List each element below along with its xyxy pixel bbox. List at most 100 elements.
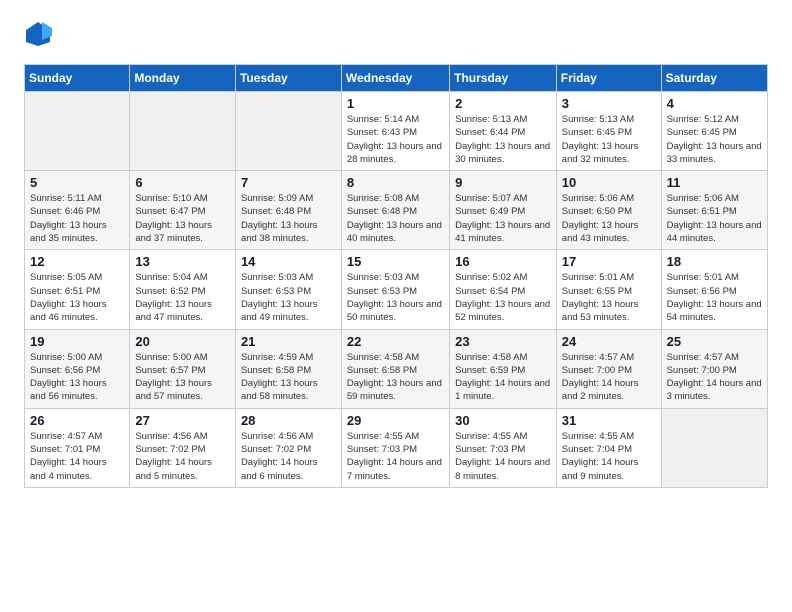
day-number: 30 <box>455 413 551 428</box>
calendar-table: SundayMondayTuesdayWednesdayThursdayFrid… <box>24 64 768 488</box>
calendar-week-row: 26Sunrise: 4:57 AM Sunset: 7:01 PM Dayli… <box>25 408 768 487</box>
day-number: 25 <box>667 334 762 349</box>
header-friday: Friday <box>556 65 661 92</box>
day-number: 7 <box>241 175 336 190</box>
logo-icon <box>24 20 52 48</box>
day-number: 4 <box>667 96 762 111</box>
calendar-day-17: 17 Sunrise: 5:01 AM Sunset: 6:55 PM Dayli… <box>556 250 661 329</box>
day-number: 18 <box>667 254 762 269</box>
day-info: Sunrise: 5:04 AM Sunset: 6:52 PM Dayligh… <box>135 271 230 324</box>
day-info: Sunrise: 4:59 AM Sunset: 6:58 PM Dayligh… <box>241 351 336 404</box>
calendar-day-9: 9 Sunrise: 5:07 AM Sunset: 6:49 PM Daylig… <box>450 171 557 250</box>
day-info: Sunrise: 4:58 AM Sunset: 6:59 PM Dayligh… <box>455 351 551 404</box>
header-saturday: Saturday <box>661 65 767 92</box>
calendar-day-31: 31 Sunrise: 4:55 AM Sunset: 7:04 PM Dayli… <box>556 408 661 487</box>
calendar-day-18: 18 Sunrise: 5:01 AM Sunset: 6:56 PM Dayli… <box>661 250 767 329</box>
day-info: Sunrise: 5:00 AM Sunset: 6:56 PM Dayligh… <box>30 351 124 404</box>
day-number: 31 <box>562 413 656 428</box>
calendar-day-13: 13 Sunrise: 5:04 AM Sunset: 6:52 PM Dayli… <box>130 250 236 329</box>
day-number: 10 <box>562 175 656 190</box>
day-number: 29 <box>347 413 444 428</box>
calendar-day-4: 4 Sunrise: 5:12 AM Sunset: 6:45 PM Daylig… <box>661 92 767 171</box>
day-number: 24 <box>562 334 656 349</box>
day-info: Sunrise: 5:03 AM Sunset: 6:53 PM Dayligh… <box>241 271 336 324</box>
day-number: 19 <box>30 334 124 349</box>
header-monday: Monday <box>130 65 236 92</box>
day-info: Sunrise: 5:01 AM Sunset: 6:56 PM Dayligh… <box>667 271 762 324</box>
day-number: 12 <box>30 254 124 269</box>
day-info: Sunrise: 5:06 AM Sunset: 6:50 PM Dayligh… <box>562 192 656 245</box>
day-number: 8 <box>347 175 444 190</box>
calendar-day-25: 25Sunrise: 4:57 AM Sunset: 7:00 PM Dayli… <box>661 329 767 408</box>
calendar-day-19: 19 Sunrise: 5:00 AM Sunset: 6:56 PM Dayli… <box>25 329 130 408</box>
day-number: 22 <box>347 334 444 349</box>
calendar-day-16: 16Sunrise: 5:02 AM Sunset: 6:54 PM Dayli… <box>450 250 557 329</box>
day-info: Sunrise: 5:06 AM Sunset: 6:51 PM Dayligh… <box>667 192 762 245</box>
calendar-week-row: 5 Sunrise: 5:11 AM Sunset: 6:46 PM Daylig… <box>25 171 768 250</box>
day-number: 3 <box>562 96 656 111</box>
day-number: 11 <box>667 175 762 190</box>
day-number: 21 <box>241 334 336 349</box>
day-info: Sunrise: 4:56 AM Sunset: 7:02 PM Dayligh… <box>241 430 336 483</box>
calendar-header-row: SundayMondayTuesdayWednesdayThursdayFrid… <box>25 65 768 92</box>
calendar-empty-cell <box>661 408 767 487</box>
day-number: 6 <box>135 175 230 190</box>
day-info: Sunrise: 4:55 AM Sunset: 7:03 PM Dayligh… <box>347 430 444 483</box>
day-info: Sunrise: 5:13 AM Sunset: 6:45 PM Dayligh… <box>562 113 656 166</box>
calendar-day-2: 2 Sunrise: 5:13 AM Sunset: 6:44 PM Daylig… <box>450 92 557 171</box>
day-number: 17 <box>562 254 656 269</box>
day-info: Sunrise: 5:05 AM Sunset: 6:51 PM Dayligh… <box>30 271 124 324</box>
calendar-day-11: 11 Sunrise: 5:06 AM Sunset: 6:51 PM Dayli… <box>661 171 767 250</box>
calendar-day-6: 6Sunrise: 5:10 AM Sunset: 6:47 PM Daylig… <box>130 171 236 250</box>
calendar-day-24: 24 Sunrise: 4:57 AM Sunset: 7:00 PM Dayli… <box>556 329 661 408</box>
calendar-day-20: 20Sunrise: 5:00 AM Sunset: 6:57 PM Dayli… <box>130 329 236 408</box>
calendar-day-5: 5 Sunrise: 5:11 AM Sunset: 6:46 PM Daylig… <box>25 171 130 250</box>
calendar-day-15: 15Sunrise: 5:03 AM Sunset: 6:53 PM Dayli… <box>341 250 449 329</box>
day-number: 2 <box>455 96 551 111</box>
calendar-day-12: 12 Sunrise: 5:05 AM Sunset: 6:51 PM Dayli… <box>25 250 130 329</box>
calendar-day-3: 3 Sunrise: 5:13 AM Sunset: 6:45 PM Daylig… <box>556 92 661 171</box>
calendar-empty-cell <box>25 92 130 171</box>
day-number: 13 <box>135 254 230 269</box>
calendar-day-29: 29 Sunrise: 4:55 AM Sunset: 7:03 PM Dayli… <box>341 408 449 487</box>
day-info: Sunrise: 5:12 AM Sunset: 6:45 PM Dayligh… <box>667 113 762 166</box>
day-info: Sunrise: 5:09 AM Sunset: 6:48 PM Dayligh… <box>241 192 336 245</box>
day-info: Sunrise: 5:02 AM Sunset: 6:54 PM Dayligh… <box>455 271 551 324</box>
calendar-week-row: 12 Sunrise: 5:05 AM Sunset: 6:51 PM Dayli… <box>25 250 768 329</box>
calendar-day-21: 21 Sunrise: 4:59 AM Sunset: 6:58 PM Dayli… <box>235 329 341 408</box>
day-number: 14 <box>241 254 336 269</box>
day-number: 28 <box>241 413 336 428</box>
day-number: 5 <box>30 175 124 190</box>
calendar-empty-cell <box>235 92 341 171</box>
calendar-day-23: 23 Sunrise: 4:58 AM Sunset: 6:59 PM Dayli… <box>450 329 557 408</box>
day-info: Sunrise: 5:07 AM Sunset: 6:49 PM Dayligh… <box>455 192 551 245</box>
day-info: Sunrise: 5:13 AM Sunset: 6:44 PM Dayligh… <box>455 113 551 166</box>
day-info: Sunrise: 5:00 AM Sunset: 6:57 PM Dayligh… <box>135 351 230 404</box>
day-number: 15 <box>347 254 444 269</box>
calendar-day-27: 27Sunrise: 4:56 AM Sunset: 7:02 PM Dayli… <box>130 408 236 487</box>
calendar-week-row: 19 Sunrise: 5:00 AM Sunset: 6:56 PM Dayli… <box>25 329 768 408</box>
header-sunday: Sunday <box>25 65 130 92</box>
calendar-day-30: 30Sunrise: 4:55 AM Sunset: 7:03 PM Dayli… <box>450 408 557 487</box>
day-info: Sunrise: 5:11 AM Sunset: 6:46 PM Dayligh… <box>30 192 124 245</box>
header-thursday: Thursday <box>450 65 557 92</box>
day-info: Sunrise: 5:14 AM Sunset: 6:43 PM Dayligh… <box>347 113 444 166</box>
day-number: 27 <box>135 413 230 428</box>
calendar-week-row: 1 Sunrise: 5:14 AM Sunset: 6:43 PM Daylig… <box>25 92 768 171</box>
calendar-day-8: 8 Sunrise: 5:08 AM Sunset: 6:48 PM Daylig… <box>341 171 449 250</box>
calendar-day-1: 1 Sunrise: 5:14 AM Sunset: 6:43 PM Daylig… <box>341 92 449 171</box>
page: SundayMondayTuesdayWednesdayThursdayFrid… <box>0 0 792 504</box>
day-number: 23 <box>455 334 551 349</box>
day-number: 9 <box>455 175 551 190</box>
calendar-day-7: 7 Sunrise: 5:09 AM Sunset: 6:48 PM Daylig… <box>235 171 341 250</box>
header-tuesday: Tuesday <box>235 65 341 92</box>
day-number: 1 <box>347 96 444 111</box>
day-info: Sunrise: 5:08 AM Sunset: 6:48 PM Dayligh… <box>347 192 444 245</box>
calendar-day-26: 26Sunrise: 4:57 AM Sunset: 7:01 PM Dayli… <box>25 408 130 487</box>
day-info: Sunrise: 5:01 AM Sunset: 6:55 PM Dayligh… <box>562 271 656 324</box>
day-info: Sunrise: 4:55 AM Sunset: 7:04 PM Dayligh… <box>562 430 656 483</box>
day-info: Sunrise: 4:57 AM Sunset: 7:00 PM Dayligh… <box>562 351 656 404</box>
calendar-day-22: 22Sunrise: 4:58 AM Sunset: 6:58 PM Dayli… <box>341 329 449 408</box>
calendar-empty-cell <box>130 92 236 171</box>
calendar-day-14: 14 Sunrise: 5:03 AM Sunset: 6:53 PM Dayli… <box>235 250 341 329</box>
